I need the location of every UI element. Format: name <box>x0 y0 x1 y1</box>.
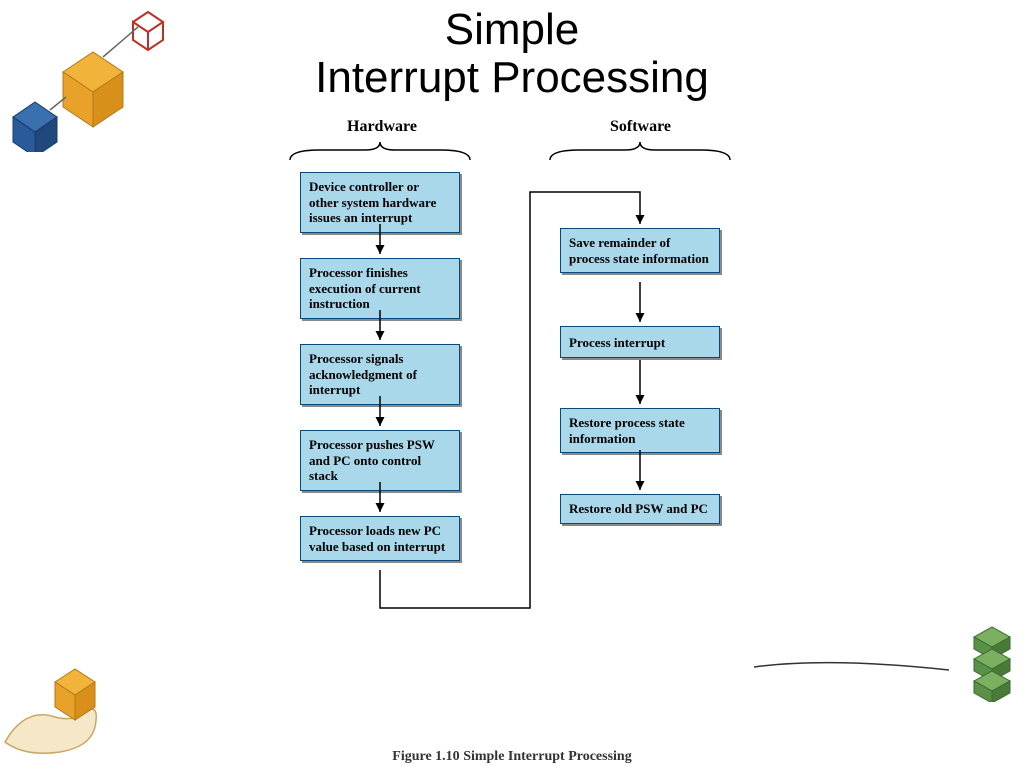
decoration-bottom-left-hand-icon <box>0 647 140 757</box>
figure-caption: Figure 1.10 Simple Interrupt Processing <box>0 749 1024 765</box>
caption-prefix: Figure 1.10 <box>392 749 463 764</box>
caption-text: Simple Interrupt Processing <box>463 749 632 764</box>
decoration-top-left-cubes-icon <box>8 2 178 152</box>
decoration-bottom-right-stack-icon <box>749 622 1024 702</box>
